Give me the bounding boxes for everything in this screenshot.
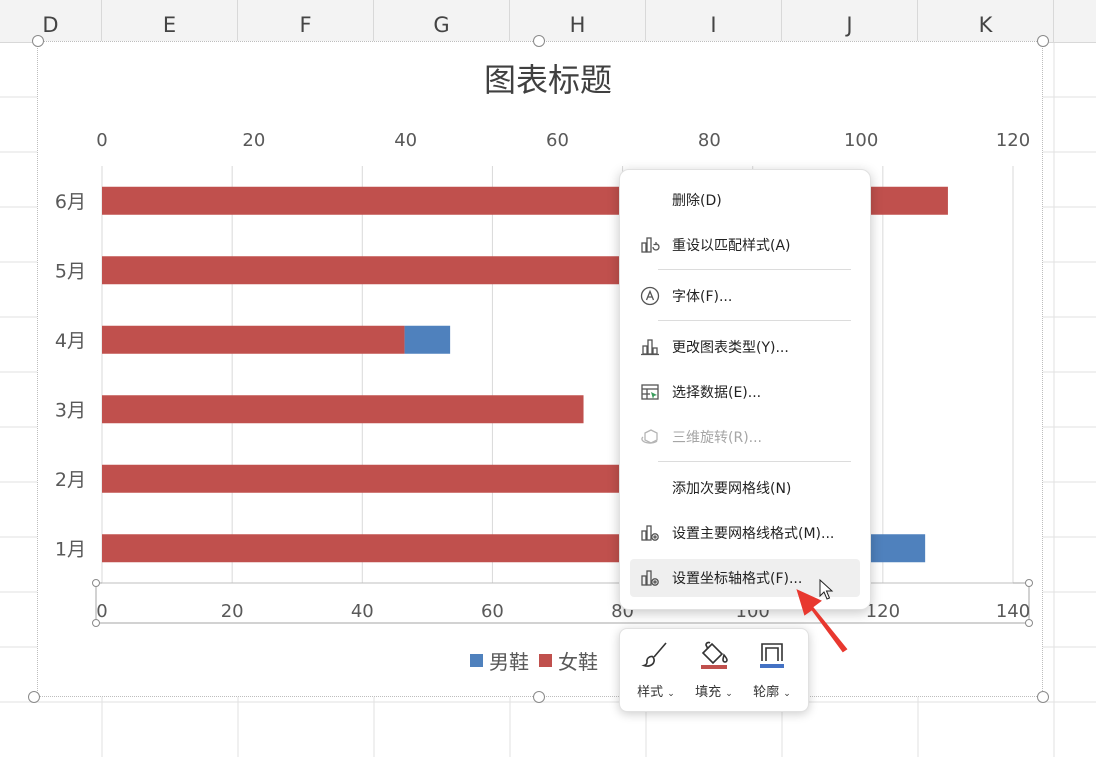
category-label: 3月 — [55, 399, 86, 421]
menu-item-font[interactable]: 字体(F)... — [630, 277, 860, 315]
legend-label-women: 女鞋 — [558, 650, 598, 674]
menu-separator — [658, 461, 851, 462]
legend-item-women[interactable]: 女鞋 — [539, 646, 598, 675]
category-label: 1月 — [55, 538, 86, 560]
axis-selection-handle — [1025, 579, 1033, 587]
floating-format-toolbar: 样式 ⌄ 填充 ⌄ 轮廓 ⌄ — [619, 628, 809, 712]
chevron-down-icon: ⌄ — [667, 689, 675, 699]
reset-style-icon — [638, 234, 662, 256]
menu-item-change-chart-type[interactable]: 更改图表类型(Y)... — [630, 328, 860, 366]
secondary-axis-tick-label: 60 — [546, 130, 569, 151]
secondary-axis-tick-label: 0 — [96, 130, 107, 151]
format-gridlines-icon — [638, 522, 662, 544]
menu-item-format-major-gridlines[interactable]: 设置主要网格线格式(M)... — [630, 514, 860, 552]
menu-item-format-axis[interactable]: 设置坐标轴格式(F)... — [630, 559, 860, 597]
axis-selection-handle — [92, 579, 100, 587]
secondary-axis-tick-label: 120 — [996, 130, 1030, 151]
context-menu: 删除(D) 重设以匹配样式(A) 字体(F)... 更改图表类型(Y)... 选… — [619, 169, 871, 610]
category-label: 2月 — [55, 469, 86, 491]
chevron-down-icon: ⌄ — [783, 689, 791, 699]
3d-rotate-icon — [638, 426, 662, 448]
chart-legend[interactable]: 男鞋 女鞋 — [470, 646, 598, 675]
menu-separator — [658, 269, 851, 270]
font-icon — [638, 285, 662, 307]
fill-button-label: 填充 — [695, 685, 722, 700]
chevron-down-icon: ⌄ — [725, 689, 733, 699]
style-button-label: 样式 — [637, 685, 664, 700]
primary-axis-tick-label: 0 — [96, 601, 107, 622]
legend-item-men[interactable]: 男鞋 — [470, 646, 529, 675]
secondary-value-axis: 0 20 40 60 80 100 120 — [96, 130, 1030, 151]
outline-icon — [744, 637, 800, 673]
fill-color-bar — [701, 665, 727, 669]
category-label: 5月 — [55, 260, 86, 282]
fill-button[interactable]: 填充 ⌄ — [686, 637, 742, 707]
menu-item-delete[interactable]: 删除(D) — [630, 181, 860, 219]
bar-men — [404, 325, 451, 354]
primary-axis-tick-label: 20 — [221, 601, 244, 622]
category-label: 6月 — [55, 191, 86, 213]
primary-axis-tick-label: 60 — [481, 601, 504, 622]
legend-swatch-women — [539, 654, 552, 667]
style-button[interactable]: 样式 ⌄ — [628, 637, 684, 707]
menu-item-3d-rotation: 三维旋转(R)... — [630, 418, 860, 456]
outline-button[interactable]: 轮廓 ⌄ — [744, 637, 800, 707]
bar-women — [102, 395, 584, 424]
secondary-axis-tick-label: 80 — [698, 130, 721, 151]
menu-item-add-minor-gridlines[interactable]: 添加次要网格线(N) — [630, 469, 860, 507]
primary-axis-tick-label: 40 — [351, 601, 374, 622]
chart-type-icon — [638, 336, 662, 358]
bar-women — [102, 325, 405, 354]
bar-women — [102, 256, 688, 285]
menu-item-select-data[interactable]: 选择数据(E)... — [630, 373, 860, 411]
secondary-axis-tick-label: 40 — [394, 130, 417, 151]
outline-color-bar — [760, 664, 784, 668]
paintbrush-icon — [628, 637, 684, 673]
legend-label-men: 男鞋 — [489, 650, 529, 674]
format-axis-icon — [638, 567, 662, 589]
category-axis-labels: 1月 2月 3月 4月 5月 6月 — [55, 191, 86, 561]
secondary-axis-tick-label: 20 — [242, 130, 265, 151]
secondary-axis-tick-label: 100 — [844, 130, 878, 151]
plot-area[interactable]: 1月 2月 3月 4月 5月 6月 0 20 40 60 80 100 120 0 20 40 60 80 10… — [0, 0, 1096, 757]
primary-axis-tick-label: 140 — [996, 601, 1030, 622]
menu-item-reset-style[interactable]: 重设以匹配样式(A) — [630, 226, 860, 264]
paint-bucket-icon — [686, 637, 742, 673]
select-data-icon — [638, 381, 662, 403]
category-label: 4月 — [55, 330, 86, 352]
primary-value-axis: 0 20 40 60 80 100 120 140 — [92, 579, 1033, 627]
legend-swatch-men — [470, 654, 483, 667]
outline-button-label: 轮廓 — [753, 685, 780, 700]
primary-axis-tick-label: 120 — [866, 601, 900, 622]
menu-separator — [658, 320, 851, 321]
vertical-gridlines — [101, 166, 1014, 583]
bar-women — [102, 464, 643, 493]
